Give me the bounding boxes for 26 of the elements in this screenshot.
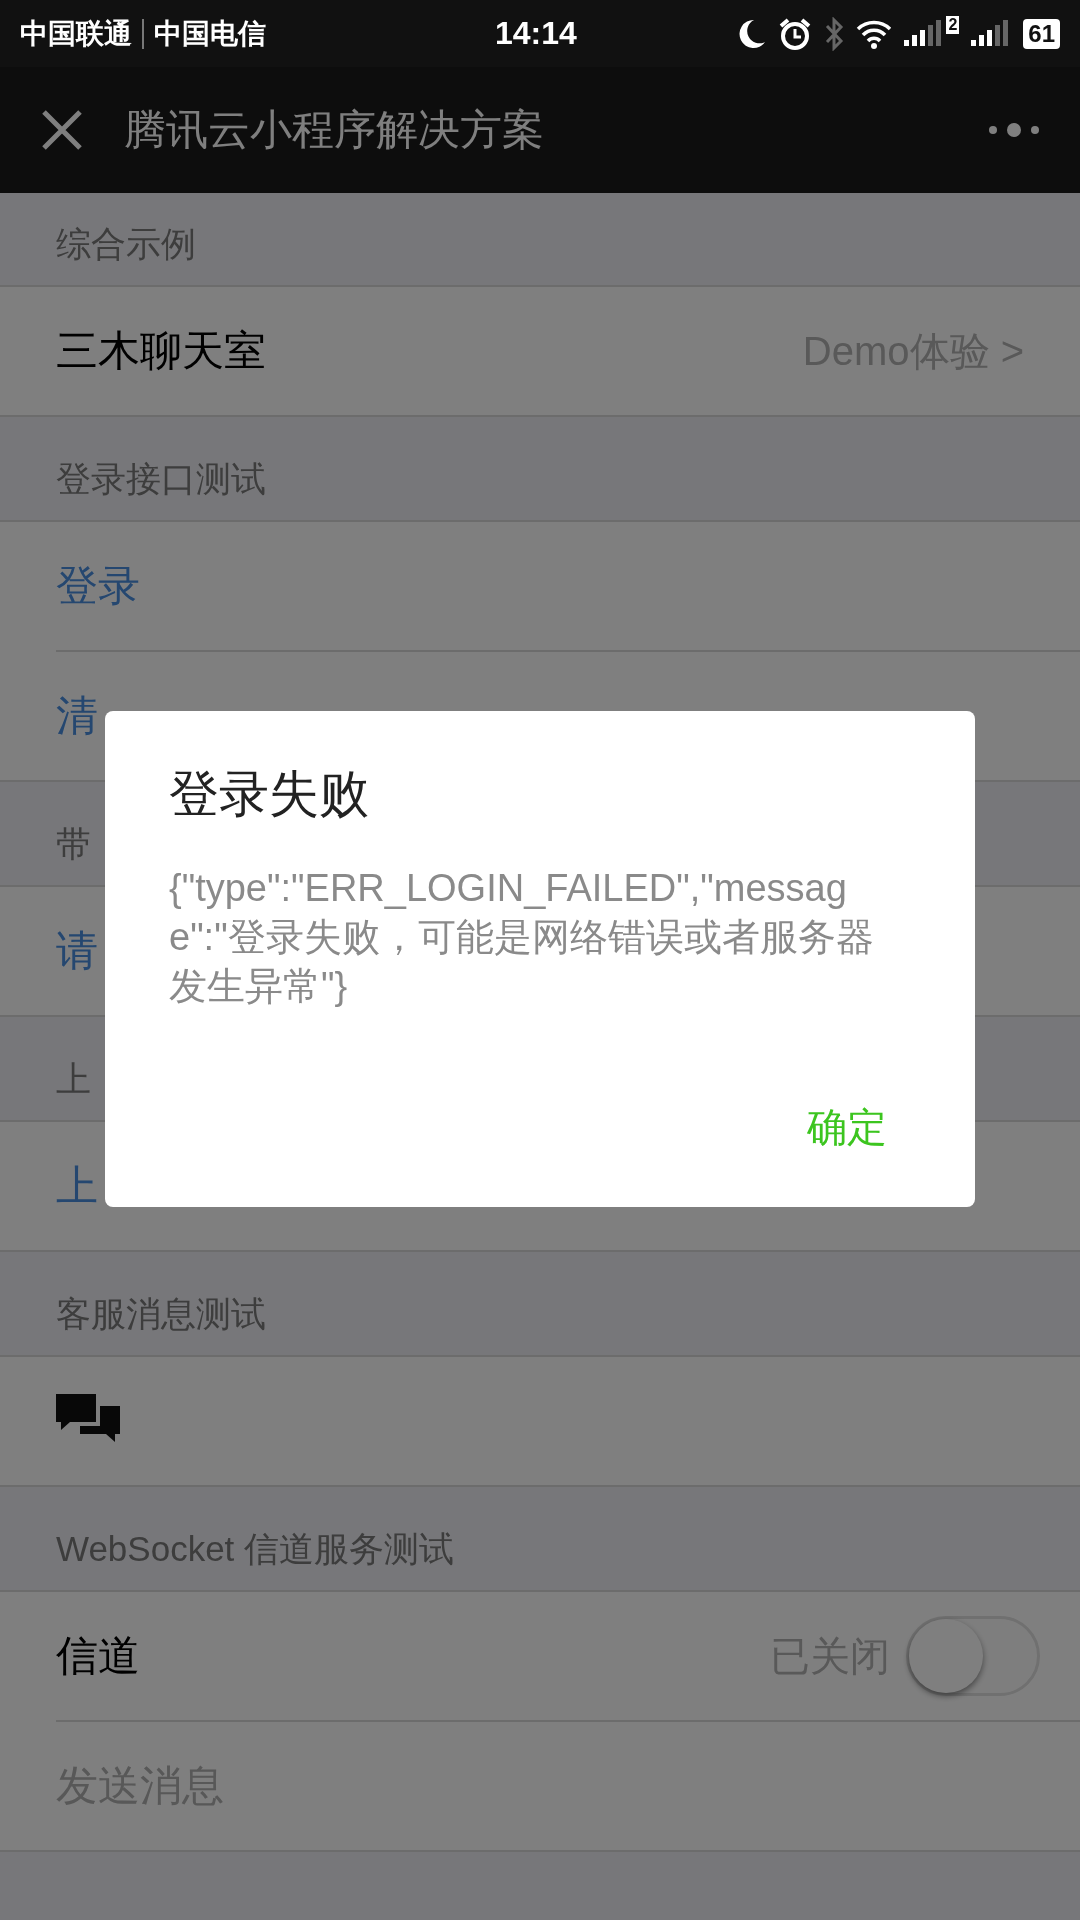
bluetooth-icon xyxy=(824,16,845,51)
more-icon[interactable] xyxy=(988,122,1040,138)
list-item-label: 信道 xyxy=(56,1631,140,1681)
list-item-label[interactable]: 三木聊天室 xyxy=(56,323,266,379)
section-header: 客服消息测试 xyxy=(56,1293,266,1335)
section-header: 登录接口测试 xyxy=(56,458,266,500)
close-icon[interactable] xyxy=(40,108,84,152)
section-header: 上 xyxy=(56,1058,91,1100)
dialog-title: 登录失败 xyxy=(169,765,369,824)
carrier-name: 中国联通 xyxy=(20,16,132,51)
section-header: 带 xyxy=(56,823,91,865)
sim-number: 2 xyxy=(946,15,960,34)
wifi-icon xyxy=(856,18,893,49)
clock-time: 14:14 xyxy=(495,15,577,52)
action-link[interactable]: 清 xyxy=(56,688,98,744)
dialog-message: {"type":"ERR_LOGIN_FAILED","message":"登录失败，可能是网络错误或者服务器发生异常"} xyxy=(169,866,875,1009)
action-link[interactable]: 上 xyxy=(56,1158,98,1214)
alarm-clock-icon xyxy=(778,16,813,51)
section-header: 综合示例 xyxy=(56,222,196,265)
action-link[interactable]: 登录 xyxy=(56,558,140,614)
carrier-name: 中国电信 xyxy=(154,16,266,51)
section-header: WebSocket 信道服务测试 xyxy=(56,1528,455,1570)
battery-indicator: 61 xyxy=(1023,18,1060,49)
confirm-button[interactable]: 确定 xyxy=(793,1092,901,1163)
page-title: 腾讯云小程序解决方案 xyxy=(124,105,545,155)
action-link[interactable]: 请 xyxy=(56,923,98,979)
